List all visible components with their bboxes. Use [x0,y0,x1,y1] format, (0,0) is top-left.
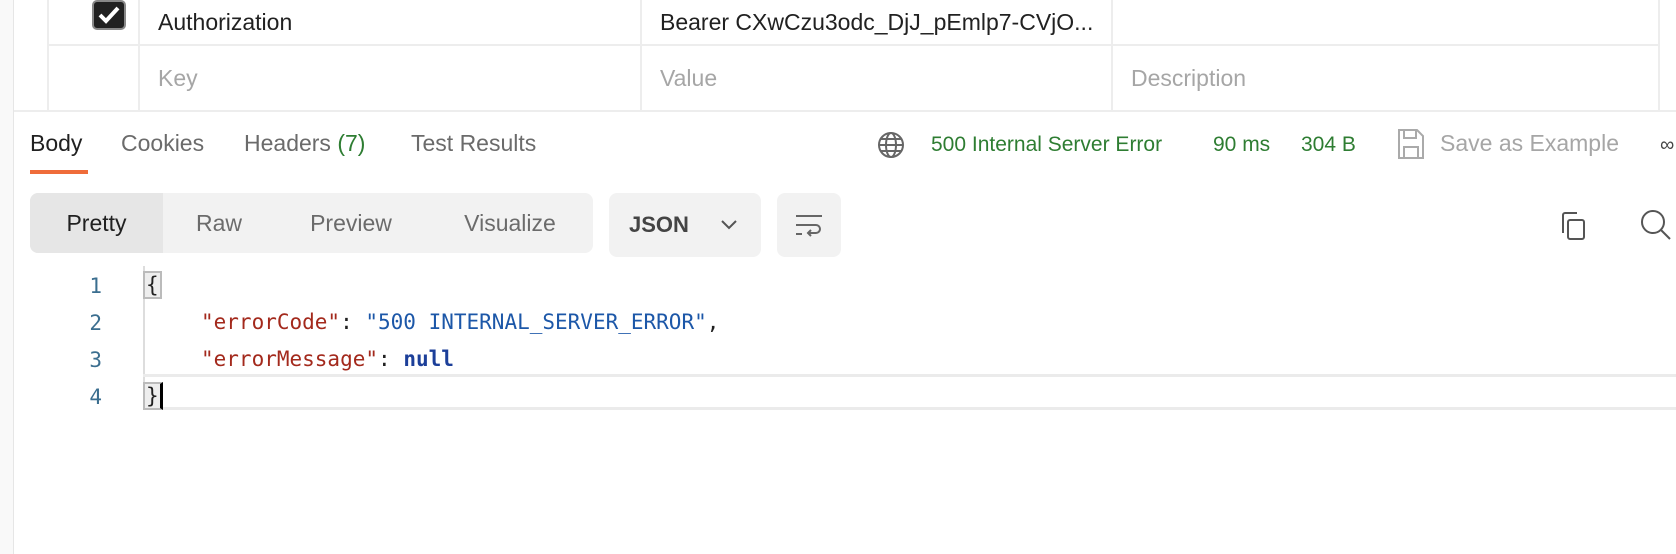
status-code[interactable]: 500 Internal Server Error [931,133,1162,157]
json-string: "500 INTERNAL_SERVER_ERROR" [365,310,707,334]
save-as-example-button[interactable]: Save as Example [1440,130,1619,157]
line-number: 1 [89,274,102,298]
check-icon [98,6,120,24]
description-cell[interactable] [1111,0,1658,44]
view-pretty[interactable]: Pretty [30,193,163,253]
value-cell[interactable]: Bearer CXwCzu3odc_DjJ_pEmlp7-CVjO... [640,0,1111,44]
value-input[interactable]: Value [640,46,1111,110]
headers-table: Authorization Bearer CXwCzu3odc_DjJ_pEml… [47,0,1660,110]
search-icon[interactable] [1639,208,1673,242]
view-visualize[interactable]: Visualize [427,193,593,253]
chevron-down-icon [721,220,737,230]
response-time[interactable]: 90 ms [1213,133,1270,157]
row-checkbox[interactable] [92,0,126,30]
active-tab-indicator [30,170,88,174]
colon: : [378,347,404,371]
json-key: "errorCode" [201,310,341,334]
wrap-lines-button[interactable] [777,193,841,257]
current-line-highlight [143,374,1676,410]
close-brace: } [143,382,163,410]
code-line[interactable]: { [143,266,162,304]
key-input[interactable]: Key [138,46,640,110]
response-size[interactable]: 304 B [1301,133,1356,157]
line-number: 2 [89,311,102,335]
copy-icon[interactable] [1559,211,1587,241]
format-value: JSON [629,212,689,237]
view-raw[interactable]: Raw [163,193,275,253]
code-line[interactable]: } [143,377,163,415]
divider [14,110,1676,112]
save-icon [1398,129,1424,159]
line-number: 3 [89,348,102,372]
headers-count: (7) [337,130,366,156]
colon: : [340,310,366,334]
code-line[interactable]: "errorCode": "500 INTERNAL_SERVER_ERROR"… [201,303,719,341]
tab-body[interactable]: Body [30,130,82,157]
line-number: 4 [89,385,102,409]
view-preview[interactable]: Preview [275,193,427,253]
wrap-icon [796,215,822,237]
format-select[interactable]: JSON [609,193,761,257]
sidebar-edge [0,0,14,554]
table-row-empty: Key Value Description [49,46,1658,110]
comma: , [706,310,720,334]
tab-headers-label: Headers [244,130,331,156]
key-cell[interactable]: Authorization [138,0,689,44]
globe-icon[interactable] [877,131,905,159]
table-row: Authorization Bearer CXwCzu3odc_DjJ_pEml… [49,0,1658,46]
description-input[interactable]: Description [1111,46,1658,110]
json-key: "errorMessage" [201,347,379,371]
tab-cookies[interactable]: Cookies [121,130,204,157]
view-mode-segmented: Pretty Raw Preview Visualize [30,193,593,253]
code-line[interactable]: "errorMessage": null [201,340,454,378]
json-null: null [403,347,454,371]
tab-test-results[interactable]: Test Results [411,130,536,157]
open-brace: { [143,271,162,299]
tab-headers[interactable]: Headers (7) [244,130,365,157]
more-icon[interactable]: ∞ [1660,134,1674,157]
